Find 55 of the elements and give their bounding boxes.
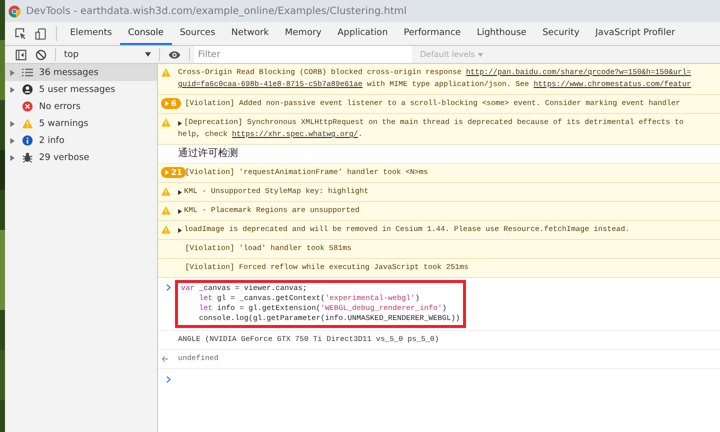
window-title: DevTools - earthdata.wish3d.com/example_online/Examples/Clustering.html — [26, 6, 407, 16]
count-text: 21 — [171, 168, 182, 177]
panel-tab[interactable]: Performance — [396, 22, 469, 45]
message-text: 通过许可检测 — [178, 148, 238, 160]
inspect-icon[interactable] — [15, 28, 27, 40]
expand-arrow-icon[interactable] — [178, 208, 182, 214]
sidebar-item[interactable]: 5 user messages — [5, 81, 157, 98]
panel-tab[interactable]: Application — [329, 22, 396, 45]
panel-tab[interactable]: Memory — [276, 22, 330, 45]
info-icon — [22, 135, 33, 146]
sidebar-item[interactable]: 36 messages — [5, 64, 157, 81]
expand-arrow-icon[interactable] — [178, 228, 182, 232]
expand-arrow-icon[interactable] — [178, 120, 182, 126]
sidebar-item[interactable]: 29 verbose — [5, 149, 157, 166]
panel-tab[interactable]: Elements — [62, 22, 120, 45]
dropdown-icon — [145, 52, 151, 57]
list-icon — [22, 67, 33, 78]
sidebar-toggle-icon[interactable] — [15, 48, 27, 60]
sidebar-item[interactable]: 2 info — [5, 132, 157, 149]
sidebar-item[interactable]: No errors — [5, 98, 157, 115]
warning-icon — [161, 118, 171, 127]
error-icon — [22, 101, 33, 112]
warning-icon — [161, 225, 171, 234]
sidebar-item[interactable]: 5 warnings — [5, 115, 157, 132]
panel-tab[interactable]: Lighthouse — [468, 22, 534, 45]
context-select[interactable]: top — [60, 46, 155, 63]
panel-tab[interactable]: Network — [223, 22, 277, 45]
sidebar-label: 29 verbose — [39, 152, 90, 162]
eye-icon[interactable] — [168, 50, 181, 60]
warning-icon — [161, 68, 171, 77]
expand-arrow-icon — [165, 101, 169, 106]
clear-icon[interactable] — [35, 48, 47, 60]
user-icon — [22, 84, 33, 95]
expand-arrow-icon[interactable] — [178, 190, 182, 194]
return-arrow-icon — [161, 355, 169, 363]
expand-arrow-icon — [165, 170, 169, 175]
sidebar-label: 36 messages — [39, 68, 98, 78]
device-icon[interactable] — [35, 28, 47, 40]
sidebar-label: 2 info — [39, 136, 64, 146]
count-text: 6 — [171, 99, 177, 108]
panel-tab[interactable]: JavaScript Profiler — [587, 22, 684, 45]
sidebar-label: No errors — [39, 102, 81, 112]
prompt-chevron-icon[interactable] — [166, 376, 171, 383]
input-chevron-icon — [166, 284, 171, 291]
warning-icon — [161, 206, 171, 215]
sidebar-label: 5 warnings — [39, 118, 88, 128]
sidebar-label: 5 user messages — [39, 84, 116, 94]
chrome-logo-icon — [8, 4, 21, 18]
bug-icon — [22, 152, 33, 163]
panel-tab[interactable]: Security — [534, 22, 588, 45]
filter-field[interactable]: Filter — [194, 46, 412, 63]
warning-icon — [22, 118, 33, 129]
panel-tab[interactable]: Sources — [172, 22, 224, 45]
warning-icon — [161, 187, 171, 196]
dropdown-icon — [478, 52, 483, 56]
